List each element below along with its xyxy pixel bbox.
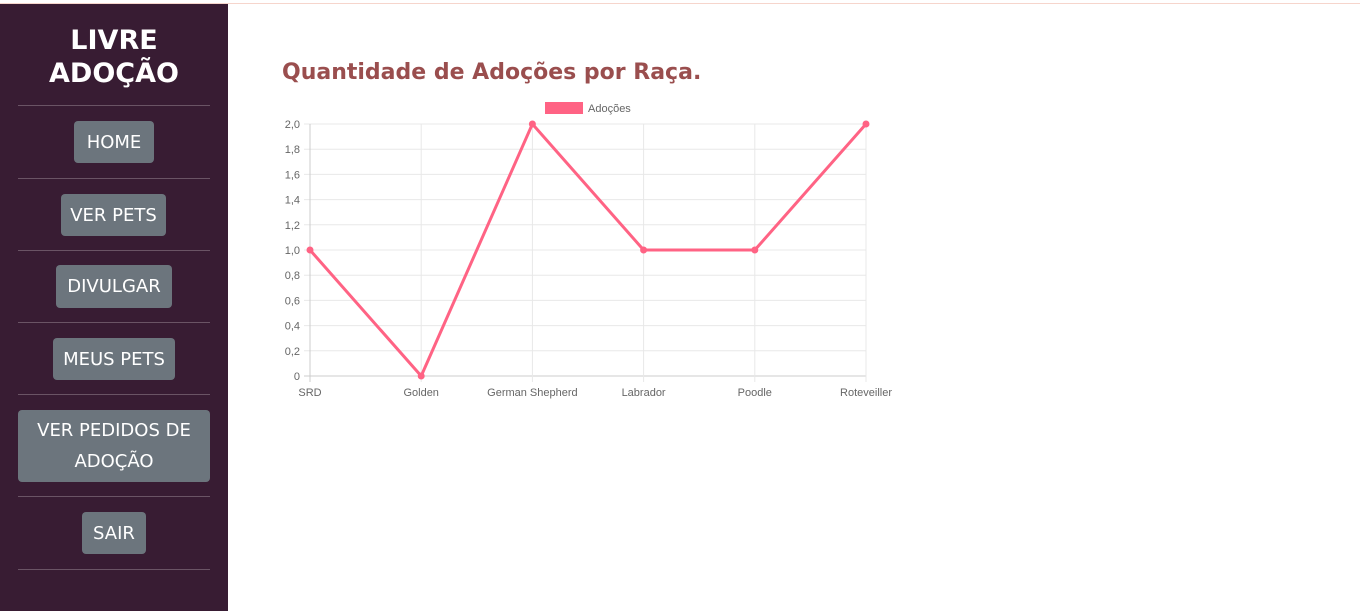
divider: [18, 178, 210, 179]
y-tick-label: 0: [294, 371, 300, 383]
y-tick-label: 1,2: [285, 220, 300, 232]
y-tick-label: 1,6: [285, 169, 300, 181]
y-tick-label: 0,4: [285, 321, 300, 333]
divider: [18, 394, 210, 395]
x-tick-label: Labrador: [622, 387, 666, 399]
y-tick-label: 0,6: [285, 295, 300, 307]
legend-label: Adoções: [588, 103, 631, 115]
x-tick-label: SRD: [298, 387, 321, 399]
y-tick-label: 2,0: [285, 119, 300, 131]
x-tick-label: Roteveiller: [840, 387, 892, 399]
data-point: [640, 246, 648, 254]
nav-ver-pedidos-button[interactable]: VER PEDIDOS DE ADOÇÃO: [18, 410, 210, 482]
nav-ver-pets-button[interactable]: VER PETS: [61, 194, 166, 236]
sidebar: LIVRE ADOÇÃO HOME VER PETS DIVULGAR MEUS…: [0, 4, 228, 611]
nav-home-button[interactable]: HOME: [74, 121, 154, 163]
y-tick-label: 0,8: [285, 270, 300, 282]
y-tick-label: 1,8: [285, 144, 300, 156]
x-tick-label: German Shepherd: [487, 387, 578, 399]
divider: [18, 496, 210, 497]
y-tick-label: 1,0: [285, 245, 300, 257]
y-tick-label: 0,2: [285, 346, 300, 358]
y-tick-label: 1,4: [285, 195, 300, 207]
data-point: [306, 246, 314, 254]
data-point: [528, 120, 536, 128]
x-tick-label: Golden: [403, 387, 438, 399]
divider: [18, 105, 210, 106]
x-tick-label: Poodle: [738, 387, 772, 399]
divider: [18, 569, 210, 570]
brand-title: LIVRE ADOÇÃO: [49, 25, 179, 89]
legend-swatch: [545, 102, 583, 114]
data-point: [751, 246, 759, 254]
data-point: [862, 120, 870, 128]
nav-sair-button[interactable]: SAIR: [82, 512, 146, 554]
adoption-line-chart: 0 0,2 0,4 0,6 0,8 1,0 1,2 1,4 1,6 1,8 2,0 SRD Golden…: [285, 102, 892, 399]
nav-meus-pets-button[interactable]: MEUS PETS: [53, 338, 175, 380]
divider: [18, 322, 210, 323]
page-title: Quantidade de Adoções por Raça.: [282, 60, 702, 85]
nav-divulgar-button[interactable]: DIVULGAR: [56, 265, 172, 308]
divider: [18, 250, 210, 251]
data-point: [417, 372, 425, 380]
